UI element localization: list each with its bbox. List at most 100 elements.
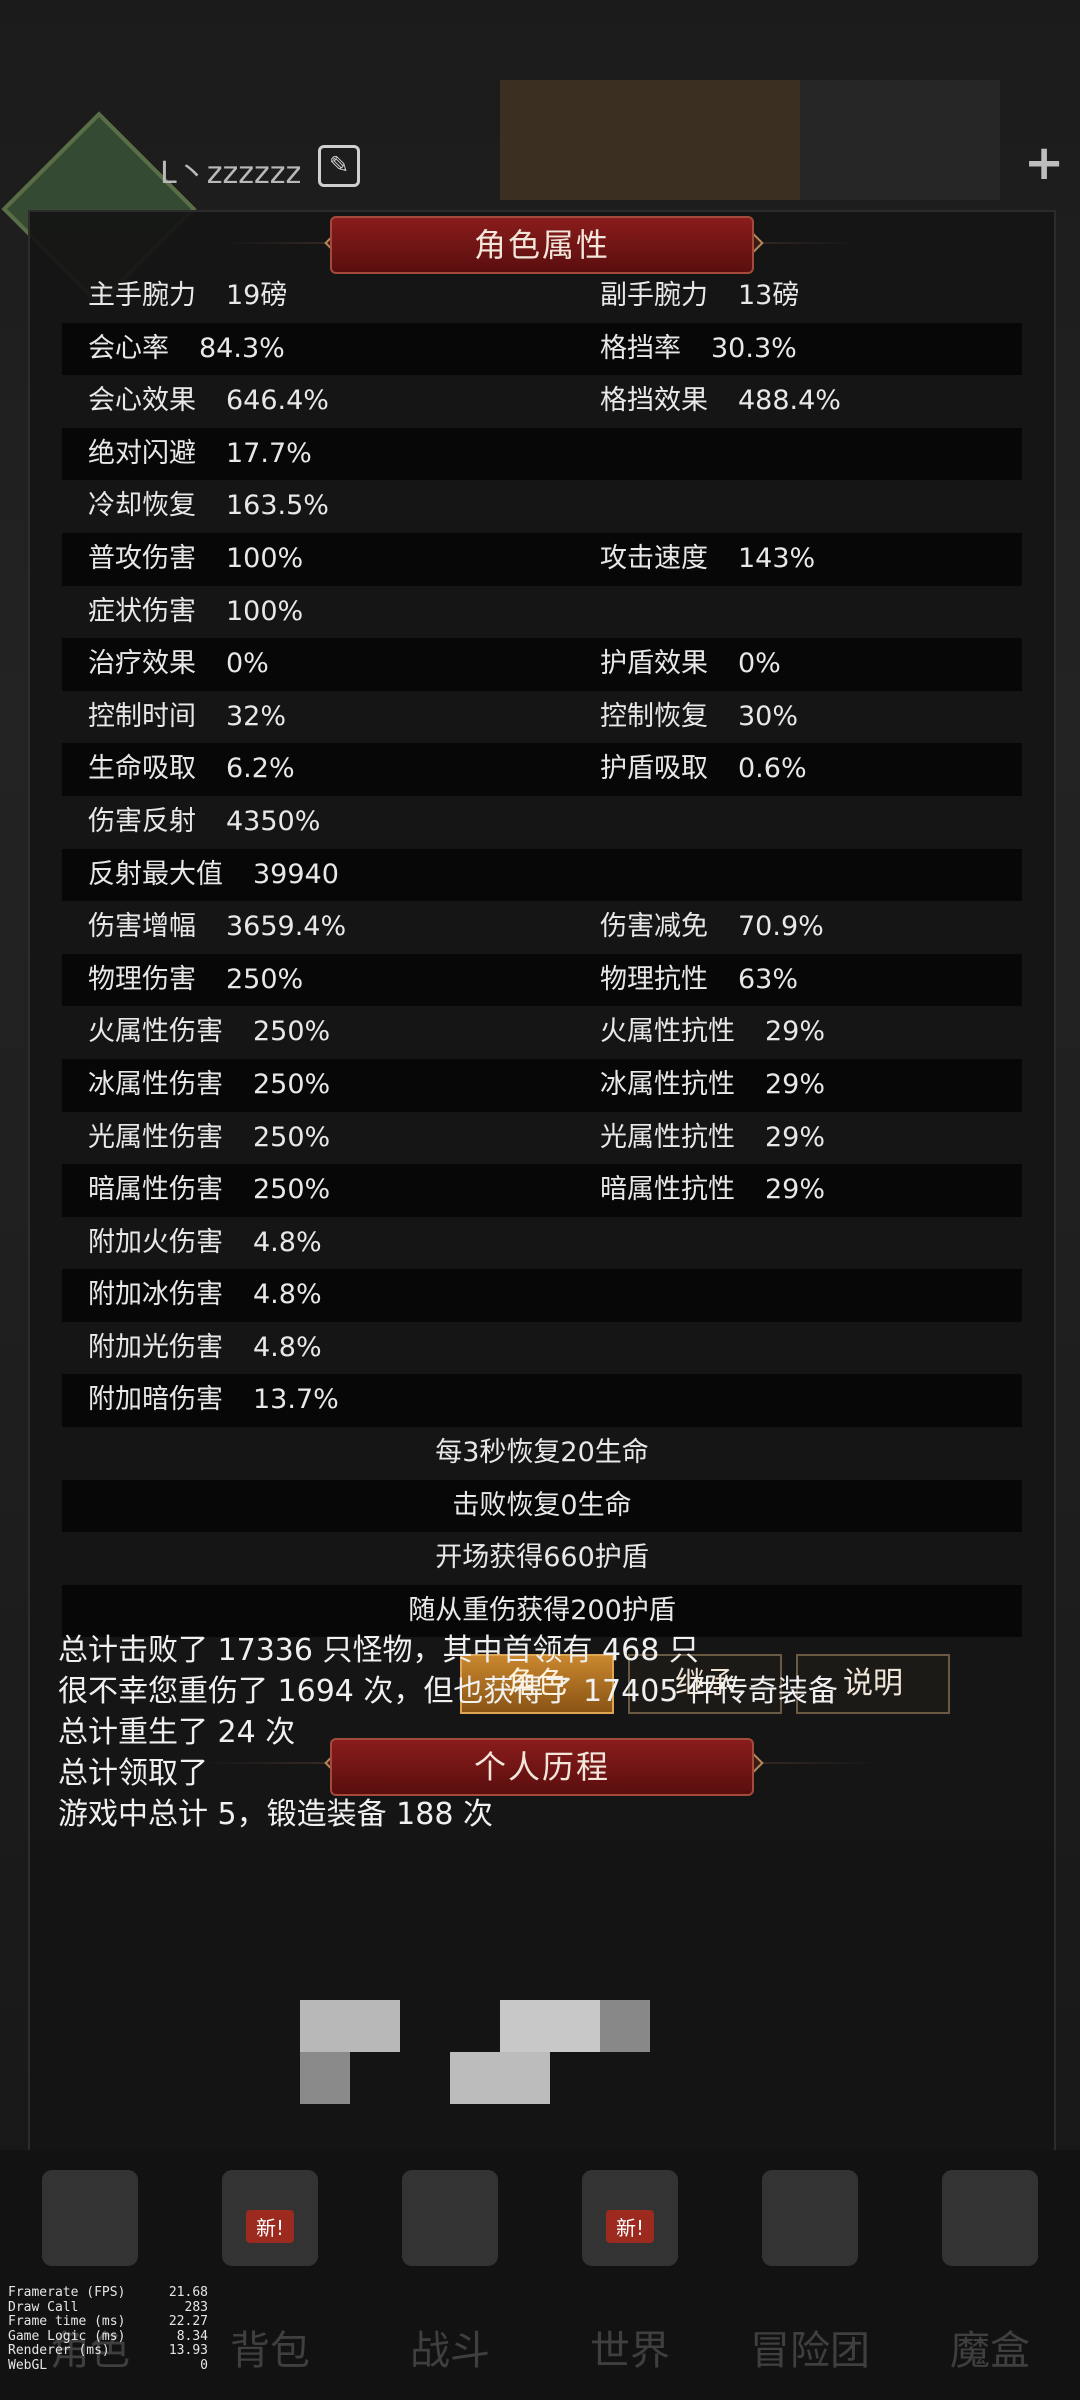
- attribute-left: 普攻伤害 100%: [88, 533, 303, 586]
- attribute-value: 3659.4%: [226, 911, 347, 943]
- debug-stat-label: Game Logic (ms): [8, 2328, 126, 2344]
- attribute-row: 物理伤害 250% 物理抗性 63%: [62, 953, 1022, 1007]
- nav-magic-box[interactable]: 魔盒: [900, 2150, 1080, 2400]
- debug-stat-row: Game Logic (ms) 8.34: [8, 2328, 208, 2345]
- attribute-label: 主手腕力: [88, 280, 196, 311]
- attribute-value: 13磅: [738, 280, 800, 311]
- attribute-value: 143%: [738, 542, 816, 574]
- attribute-label: 会心效果: [88, 385, 196, 417]
- attribute-left: 会心率 84.3%: [88, 323, 285, 376]
- attribute-left: 火属性伤害 250%: [88, 1006, 330, 1059]
- sword-shield-icon: [402, 2170, 498, 2266]
- attribute-value: 0%: [226, 648, 269, 680]
- attribute-label: 会心率: [88, 332, 169, 364]
- attribute-right: 格挡效果 488.4%: [600, 375, 841, 428]
- attribute-label: 格挡效果: [600, 385, 708, 417]
- attribute-value: 63%: [738, 963, 799, 995]
- attribute-label: 冰属性抗性: [600, 1068, 735, 1100]
- attribute-label: 治疗效果: [88, 648, 196, 680]
- attribute-row: 附加冰伤害 4.8%: [62, 1269, 1022, 1322]
- attribute-label: 附加暗伤害: [88, 1384, 223, 1416]
- attribute-row: 附加暗伤害 13.7%: [62, 1374, 1022, 1428]
- attribute-label: 光属性抗性: [600, 1121, 735, 1153]
- attribute-label: 普攻伤害: [88, 542, 196, 574]
- attribute-value: 4.8%: [253, 1331, 322, 1363]
- attribute-value: 30%: [738, 700, 799, 732]
- nav-adventure-team[interactable]: 冒险团: [720, 2150, 900, 2400]
- debug-stat-row: WebGL 0: [8, 2357, 208, 2374]
- nav-world[interactable]: 新! 世界: [540, 2150, 720, 2400]
- plus-icon[interactable]: +: [1024, 135, 1064, 191]
- debug-stat-label: Draw Call: [8, 2299, 79, 2315]
- history-line: 游戏中总计 5，锻造装备 188 次: [58, 1797, 493, 1832]
- new-badge: 新!: [245, 2210, 295, 2243]
- attribute-right: 护盾吸取 0.6%: [600, 743, 807, 796]
- debug-stat-row: Framerate (FPS) 21.68: [8, 2285, 208, 2301]
- nav-battle[interactable]: 战斗: [360, 2150, 540, 2400]
- attribute-left: 伤害增幅 3659.4%: [88, 901, 346, 954]
- attribute-list: 主手腕力 19磅 副手腕力 13磅 会心率 84.3% 格挡率 30.3% 会心效果 646.4%…: [62, 270, 1022, 1638]
- debug-stat-value: 0: [200, 2357, 208, 2373]
- attribute-value: 488.4%: [738, 385, 841, 417]
- attribute-value: 70.9%: [738, 911, 824, 943]
- attribute-left: 控制时间 32%: [88, 691, 286, 744]
- attribute-left: 伤害反射 4350%: [88, 796, 320, 849]
- privacy-mosaic: [450, 2052, 550, 2104]
- attribute-right: 物理抗性 63%: [600, 954, 798, 1007]
- attribute-label: 火属性伤害: [88, 1016, 223, 1048]
- attribute-label: 反射最大值: [88, 858, 223, 890]
- attribute-row: 暗属性伤害 250% 暗属性抗性 29%: [62, 1164, 1022, 1217]
- attribute-value: 19磅: [226, 280, 288, 311]
- history-line: 总计重生了 24 次: [58, 1715, 296, 1750]
- attribute-right: 暗属性抗性 29%: [600, 1164, 825, 1217]
- castle-icon: [762, 2170, 858, 2266]
- attribute-value: 4.8%: [253, 1226, 322, 1258]
- attribute-right: 光属性抗性 29%: [600, 1112, 825, 1165]
- debug-stat-label: Frame time (ms): [8, 2314, 126, 2329]
- helmet-icon: [42, 2170, 138, 2266]
- debug-stat-label: Renderer (ms): [8, 2343, 110, 2358]
- attributes-title: 角色属性: [330, 216, 754, 274]
- attribute-label: 物理伤害: [88, 963, 196, 995]
- debug-stat-label: Framerate (FPS): [8, 2285, 126, 2300]
- attribute-value: 250%: [253, 1121, 331, 1153]
- attribute-row: 附加火伤害 4.8%: [62, 1217, 1022, 1270]
- attribute-label: 格挡率: [600, 332, 681, 364]
- attribute-label: 火属性抗性: [600, 1016, 735, 1048]
- attribute-row: 反射最大值 39940: [62, 848, 1022, 902]
- attribute-value: 163.5%: [226, 490, 329, 522]
- attribute-value: 0%: [738, 648, 781, 680]
- attribute-left: 物理伤害 250%: [88, 954, 303, 1007]
- attribute-label: 副手腕力: [600, 280, 708, 311]
- attribute-left: 暗属性伤害 250%: [88, 1164, 330, 1217]
- attribute-label: 伤害减免: [600, 911, 708, 943]
- attribute-left: 反射最大值 39940: [88, 849, 339, 902]
- attribute-right: 伤害减免 70.9%: [600, 901, 824, 954]
- debug-stat-value: 22.27: [168, 2314, 208, 2329]
- attribute-label: 控制恢复: [600, 700, 708, 732]
- attribute-value: 29%: [765, 1068, 826, 1100]
- attribute-right: 格挡率 30.3%: [600, 323, 797, 376]
- attribute-left: 附加冰伤害 4.8%: [88, 1269, 322, 1322]
- attribute-left: 治疗效果 0%: [88, 638, 269, 691]
- attribute-label: 伤害反射: [88, 805, 196, 837]
- edit-name-icon[interactable]: ✎: [318, 145, 360, 187]
- attribute-value: 30.3%: [711, 332, 797, 364]
- attribute-left: 症状伤害 100%: [88, 586, 303, 639]
- debug-stat-value: 8.34: [176, 2328, 208, 2344]
- attribute-value: 4.8%: [253, 1279, 322, 1311]
- new-badge: 新!: [605, 2210, 655, 2243]
- attribute-row: 火属性伤害 250% 火属性抗性 29%: [62, 1006, 1022, 1059]
- attribute-label: 护盾吸取: [600, 753, 708, 785]
- attribute-row: 症状伤害 100%: [62, 586, 1022, 639]
- attribute-left: 附加火伤害 4.8%: [88, 1217, 322, 1270]
- debug-stat-value: 21.68: [168, 2285, 208, 2300]
- attribute-label: 物理抗性: [600, 963, 708, 995]
- privacy-mosaic: [600, 2000, 650, 2052]
- privacy-mosaic: [300, 2052, 350, 2104]
- personal-history: 总计击败了 17336 只怪物，其中首领有 468 只 很不幸您重伤了 1694…: [58, 1630, 978, 1835]
- attribute-value: 250%: [253, 1068, 331, 1100]
- attribute-label: 暗属性伤害: [88, 1174, 223, 1206]
- attribute-label: 附加冰伤害: [88, 1279, 223, 1311]
- attribute-left: 光属性伤害 250%: [88, 1112, 330, 1165]
